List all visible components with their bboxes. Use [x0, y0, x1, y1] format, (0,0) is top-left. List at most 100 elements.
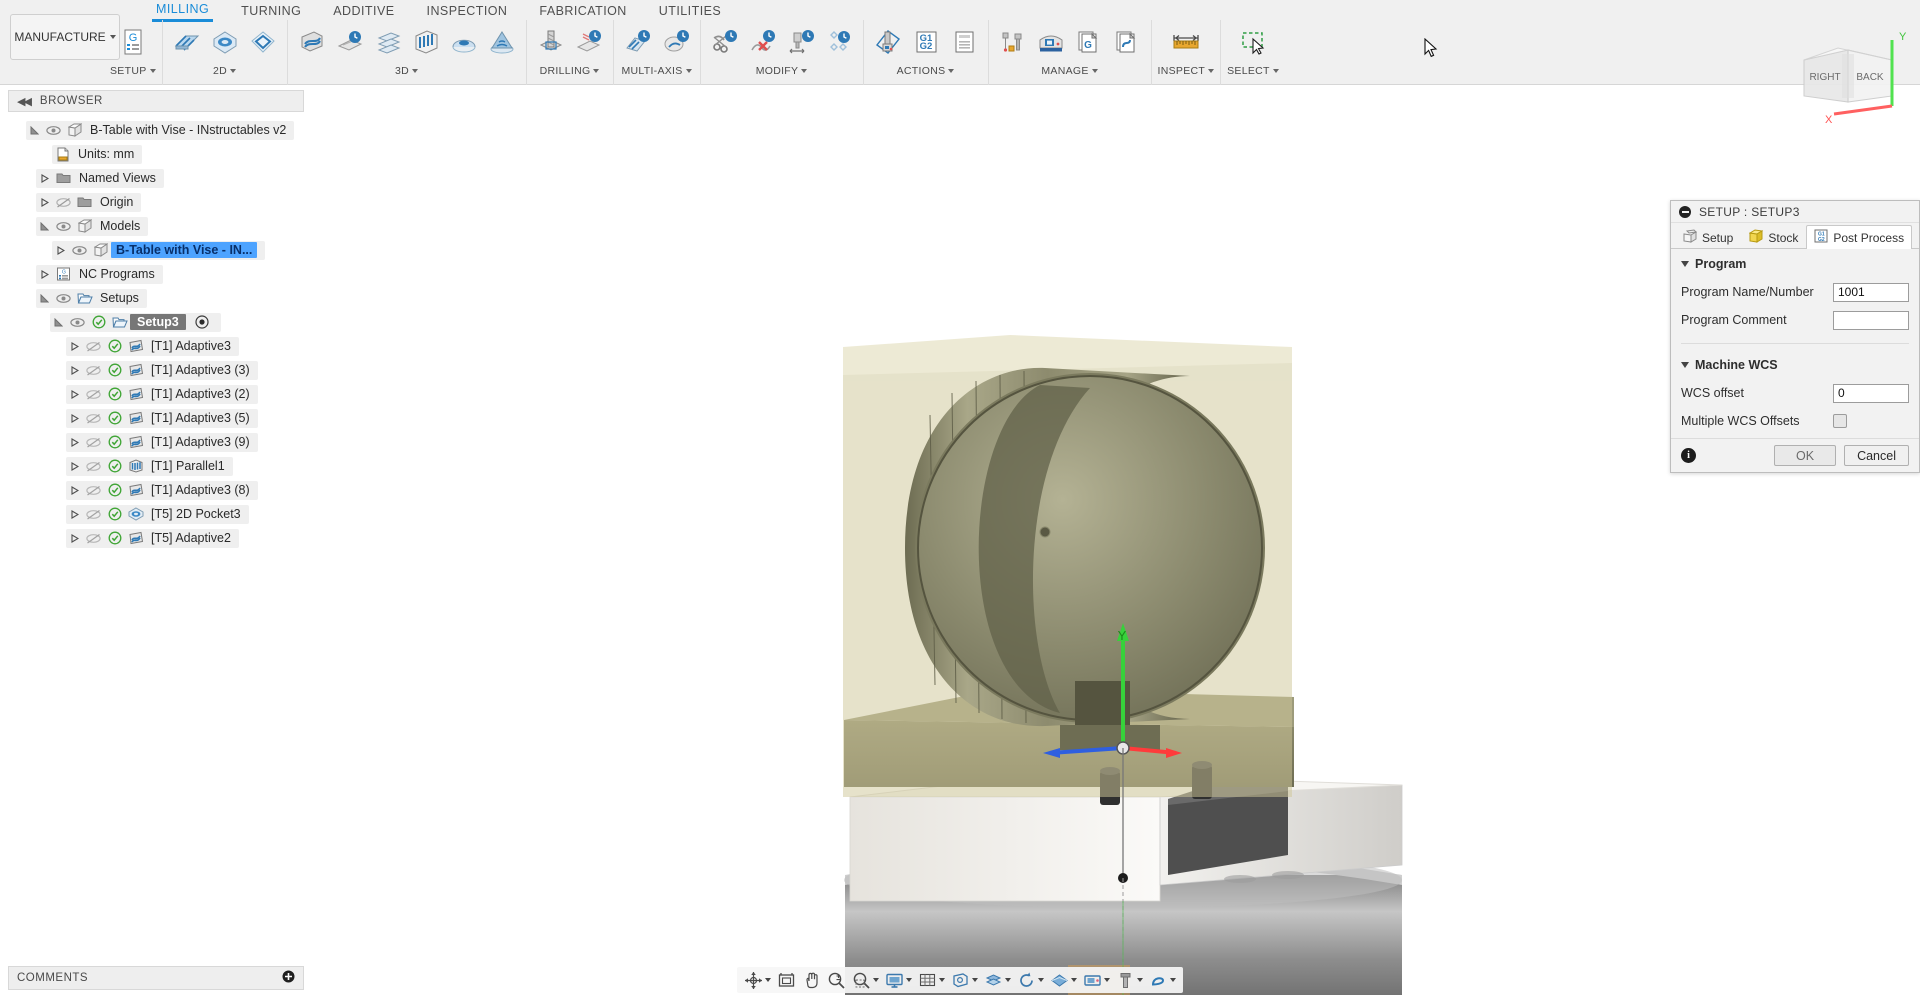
eye-visible-icon[interactable] [69, 241, 90, 260]
display-settings-button[interactable] [882, 968, 915, 992]
adaptive-clearing-button[interactable] [294, 21, 330, 63]
face-button[interactable] [169, 21, 205, 63]
double-chevron-left-icon[interactable]: ◀◀ [17, 95, 32, 108]
tree-row-named-views[interactable]: Named Views [8, 166, 304, 190]
setup-button[interactable]: G [115, 21, 151, 63]
twisty-open-icon[interactable] [26, 121, 43, 140]
eye-hidden-icon[interactable] [83, 337, 104, 356]
operation-row[interactable]: [T1] Adaptive3 (9) [8, 430, 304, 454]
section-header-machine-wcs[interactable]: Machine WCS [1681, 358, 1909, 372]
tool-view-button[interactable] [1113, 968, 1146, 992]
machine-view-button[interactable] [1080, 968, 1113, 992]
twisty-closed-icon[interactable] [36, 193, 53, 212]
eye-hidden-icon[interactable] [83, 457, 104, 476]
operation-row[interactable]: [T5] 2D Pocket3 [8, 502, 304, 526]
tab-additive[interactable]: ADDITIVE [317, 1, 410, 22]
eye-hidden-icon[interactable] [83, 385, 104, 404]
tree-row-origin[interactable]: Origin [8, 190, 304, 214]
operation-row[interactable]: [T1] Adaptive3 (3) [8, 358, 304, 382]
twisty-closed-icon[interactable] [66, 361, 83, 380]
ribbon-panel-multi-axis-label[interactable]: MULTI-AXIS [620, 64, 694, 78]
operation-row[interactable]: [T1] Adaptive3 (2) [8, 382, 304, 406]
multiple-wcs-offsets-checkbox[interactable] [1833, 414, 1847, 428]
setup-sheet-button[interactable] [946, 21, 982, 63]
comments-panel-header[interactable]: COMMENTS [8, 966, 304, 990]
twisty-closed-icon[interactable] [66, 505, 83, 524]
orbit-button[interactable] [741, 968, 774, 992]
ribbon-panel-2d-label[interactable]: 2D [169, 64, 281, 78]
parallel-button[interactable] [408, 21, 444, 63]
post-process-button[interactable]: G1 G2 [908, 21, 944, 63]
thread-mill-button[interactable] [571, 21, 607, 63]
wcs-offset-input[interactable] [1833, 383, 1909, 403]
twisty-closed-icon[interactable] [66, 409, 83, 428]
setup-target-icon[interactable] [192, 313, 213, 332]
spiral-button[interactable] [484, 21, 520, 63]
viewports-button[interactable] [948, 968, 981, 992]
twisty-closed-icon[interactable] [36, 265, 53, 284]
tool-library-button[interactable] [995, 21, 1031, 63]
eye-hidden-icon[interactable] [53, 193, 74, 212]
object-visibility-button[interactable] [1047, 968, 1080, 992]
ribbon-panel-drilling-label[interactable]: DRILLING [533, 64, 607, 78]
section-header-program[interactable]: Program [1681, 257, 1909, 271]
swarf-button[interactable] [620, 21, 656, 63]
plus-circle-icon[interactable] [282, 970, 295, 986]
cancel-button[interactable]: Cancel [1844, 445, 1909, 466]
multi-axis-contour-button[interactable] [658, 21, 694, 63]
orbit-refresh-button[interactable] [1014, 968, 1047, 992]
dialog-tab-stock[interactable]: Stock [1741, 226, 1806, 248]
machine-library-button[interactable] [1033, 21, 1069, 63]
ribbon-panel-3d-label[interactable]: 3D [294, 64, 520, 78]
ok-button[interactable]: OK [1774, 445, 1837, 466]
eye-hidden-icon[interactable] [83, 529, 104, 548]
eye-visible-icon[interactable] [43, 121, 64, 140]
ribbon-panel-manage-label[interactable]: MANAGE [995, 64, 1145, 78]
program-name-input[interactable] [1833, 282, 1909, 302]
look-at-button[interactable] [774, 968, 799, 992]
tree-row-setups[interactable]: Setups [8, 286, 304, 310]
generate-button[interactable] [1109, 21, 1145, 63]
collapse-dialog-icon[interactable] [1679, 205, 1691, 218]
eye-visible-icon[interactable] [53, 217, 74, 236]
nc-programs-button[interactable]: G [1071, 21, 1107, 63]
tree-row-units[interactable]: Units: mm [8, 142, 304, 166]
pocket-2d-button[interactable] [207, 21, 243, 63]
dialog-tab-post-process[interactable]: G1 G2 Post Process [1806, 225, 1913, 249]
eye-hidden-icon[interactable] [83, 361, 104, 380]
tab-inspection[interactable]: INSPECTION [411, 1, 524, 22]
delete-toolpath-button[interactable] [745, 21, 781, 63]
tree-row-model-instance[interactable]: B-Table with Vise - IN... [8, 238, 304, 262]
modify-pattern-button[interactable] [821, 21, 857, 63]
twisty-closed-icon[interactable] [52, 241, 69, 260]
visual-style-button[interactable] [981, 968, 1014, 992]
twisty-open-icon[interactable] [50, 313, 67, 332]
twisty-closed-icon[interactable] [66, 433, 83, 452]
operation-row[interactable]: [T5] Adaptive2 [8, 526, 304, 550]
adjust-toolpath-button[interactable] [783, 21, 819, 63]
drill-button[interactable] [533, 21, 569, 63]
ribbon-panel-inspect-label[interactable]: INSPECT [1158, 64, 1215, 78]
scallop-button[interactable] [446, 21, 482, 63]
view-cube[interactable]: RIGHT BACK Y X [1792, 18, 1912, 128]
ribbon-panel-setup-label[interactable]: SETUP [110, 64, 156, 78]
twisty-closed-icon[interactable] [66, 457, 83, 476]
operation-row[interactable]: [T1] Adaptive3 [8, 334, 304, 358]
tree-row-models[interactable]: Models [8, 214, 304, 238]
twisty-closed-icon[interactable] [66, 337, 83, 356]
select-window-button[interactable] [1235, 21, 1271, 63]
eye-visible-icon[interactable] [67, 313, 88, 332]
eye-hidden-icon[interactable] [83, 433, 104, 452]
eye-hidden-icon[interactable] [83, 409, 104, 428]
tree-row-setup3[interactable]: Setup3 [8, 310, 304, 334]
grid-snaps-button[interactable] [915, 968, 948, 992]
dialog-tab-setup[interactable]: Setup [1675, 226, 1741, 248]
tab-utilities[interactable]: UTILITIES [643, 1, 737, 22]
twisty-open-icon[interactable] [36, 289, 53, 308]
simulate-button[interactable] [870, 21, 906, 63]
operation-row[interactable]: [T1] Adaptive3 (5) [8, 406, 304, 430]
pan-button[interactable] [799, 968, 824, 992]
program-comment-input[interactable] [1833, 310, 1909, 330]
zoom-window-button[interactable] [849, 968, 882, 992]
browser-header[interactable]: ◀◀ BROWSER [8, 90, 304, 112]
